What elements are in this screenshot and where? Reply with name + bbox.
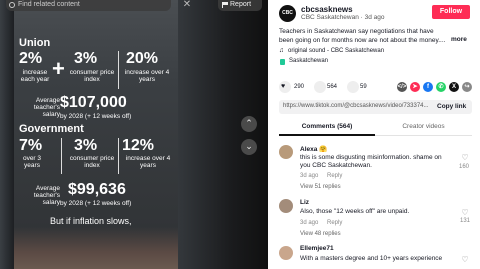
comment-author[interactable]: Alexa 🤗 [300, 145, 327, 153]
tiktok-video-page: Union 2% increase each year + 3% consume… [0, 0, 480, 269]
view-replies-link[interactable]: View 48 replies [300, 231, 341, 237]
government-stat1-value: 7% [19, 137, 43, 154]
government-title: Government [19, 123, 84, 135]
search-placeholder: Find related content [18, 1, 80, 8]
avatar[interactable] [279, 145, 293, 159]
save-count: 59 [360, 84, 367, 90]
active-tab-indicator [279, 134, 375, 136]
comment-text: this is some disgusting misinformation. … [300, 154, 442, 169]
union-divider [118, 51, 119, 89]
government-stat1-caption: over 3 years [22, 155, 42, 169]
embed-icon[interactable]: </> [397, 82, 407, 92]
blurred-background-right [178, 0, 268, 269]
government-salary-value: $99,636 [68, 181, 126, 198]
creator-meta: CBC Saskatchewan · 3d ago [301, 14, 385, 21]
heart-glyph: ♥ [281, 83, 286, 90]
video-frame[interactable]: Union 2% increase each year + 3% consume… [14, 0, 178, 269]
facebook-share-icon[interactable]: f [423, 82, 433, 92]
description-more-link[interactable]: more [451, 36, 467, 43]
meta-separator: · [360, 14, 363, 21]
video-player-area[interactable]: Union 2% increase each year + 3% consume… [0, 0, 268, 269]
union-stat1-value: 2% [19, 50, 43, 67]
union-title: Union [19, 37, 51, 49]
report-label: Report [230, 1, 252, 8]
union-salary-note: by 2028 (+ 12 weeks off) [60, 113, 132, 120]
post-age: 3d ago [364, 14, 385, 21]
search-related-input[interactable]: Find related content [6, 0, 171, 11]
avatar[interactable] [279, 199, 293, 213]
x-share-icon[interactable]: X [449, 82, 459, 92]
government-salary-note: by 2028 (+ 12 weeks off) [60, 200, 132, 207]
bookmark-icon[interactable] [347, 81, 359, 93]
whatsapp-share-icon[interactable]: ✆ [436, 82, 446, 92]
location-pin-icon [280, 59, 285, 65]
union-stat2-value: 3% [74, 50, 98, 67]
union-salary-value: $107,000 [60, 94, 127, 111]
avatar[interactable] [279, 246, 293, 260]
share-icon[interactable]: ↪ [462, 82, 472, 92]
sound-link[interactable]: original sound - CBC Saskatchewan [288, 48, 384, 54]
video-bottom-scene [14, 227, 178, 269]
close-icon[interactable]: ✕ [180, 0, 194, 12]
tab-comments[interactable]: Comments (564) [279, 123, 375, 130]
plus-sign: + [52, 56, 65, 81]
comment-reply-button[interactable]: Reply [327, 173, 342, 179]
creator-avatar[interactable]: CBC [279, 5, 296, 22]
music-icon: ♫ [279, 47, 284, 54]
government-stat3-value: 12% [122, 137, 155, 154]
heart-icon[interactable]: ♡ [461, 209, 469, 217]
union-stat3-caption: increase over 4 years [124, 69, 170, 83]
government-stat2-value: 3% [74, 137, 98, 154]
union-stat2-caption: consumer price index [69, 69, 115, 83]
video-subtitle: But if inflation slows, [50, 216, 132, 226]
follow-button[interactable]: Follow [432, 5, 470, 19]
government-stat2-caption: consumer price index [69, 155, 115, 169]
government-salary-caption: Average teacher's salary [33, 185, 60, 206]
blurred-background-left [0, 0, 14, 269]
creator-username[interactable]: cbcsasknews [301, 5, 353, 14]
location-tag[interactable]: Saskatchewan [289, 58, 328, 64]
comment-text: With a masters degree and 10+ years expe… [300, 255, 443, 262]
copy-link-button[interactable]: Copy link [437, 103, 466, 110]
government-divider-1 [61, 138, 62, 174]
comment-like-count: 131 [460, 218, 471, 224]
union-salary-caption: Average teacher's salary [33, 97, 60, 118]
comment-text: Also, those "12 weeks off" are unpaid. [300, 208, 410, 215]
comment-icon[interactable] [314, 81, 326, 93]
video-url[interactable]: https://www.tiktok.com/@cbcsasknews/vide… [283, 103, 429, 109]
comment-like-count: 160 [459, 164, 470, 170]
government-stat3-caption: increase over 4 years [125, 155, 171, 169]
comment-age: 3d ago [300, 220, 319, 226]
comment-author[interactable]: Liz [300, 199, 309, 206]
share-friends-icon[interactable]: ➤ [410, 82, 420, 92]
like-count: 290 [294, 84, 305, 90]
comment-age: 3d ago [300, 173, 319, 179]
comment-author[interactable]: Ellemjee71 [300, 245, 334, 252]
report-flag-icon [222, 2, 228, 8]
video-description: Teachers in Saskatchewan say negotiation… [279, 28, 446, 44]
chevron-down-icon[interactable]: ⌄ [241, 139, 257, 155]
view-replies-link[interactable]: View 51 replies [300, 184, 341, 190]
creator-display-name: CBC Saskatchewan [301, 14, 359, 21]
heart-icon[interactable]: ♡ [461, 154, 469, 162]
union-stat3-value: 20% [126, 50, 159, 67]
report-button[interactable]: Report [218, 0, 262, 11]
tab-creator-videos[interactable]: Creator videos [375, 123, 472, 130]
heart-icon[interactable]: ♡ [461, 256, 469, 264]
union-stat1-caption: increase each year [20, 69, 50, 83]
chevron-up-icon[interactable]: ⌃ [241, 116, 257, 132]
comment-reply-button[interactable]: Reply [327, 220, 342, 226]
government-divider-2 [118, 138, 119, 174]
search-icon [9, 2, 15, 8]
comment-count: 564 [327, 84, 338, 90]
